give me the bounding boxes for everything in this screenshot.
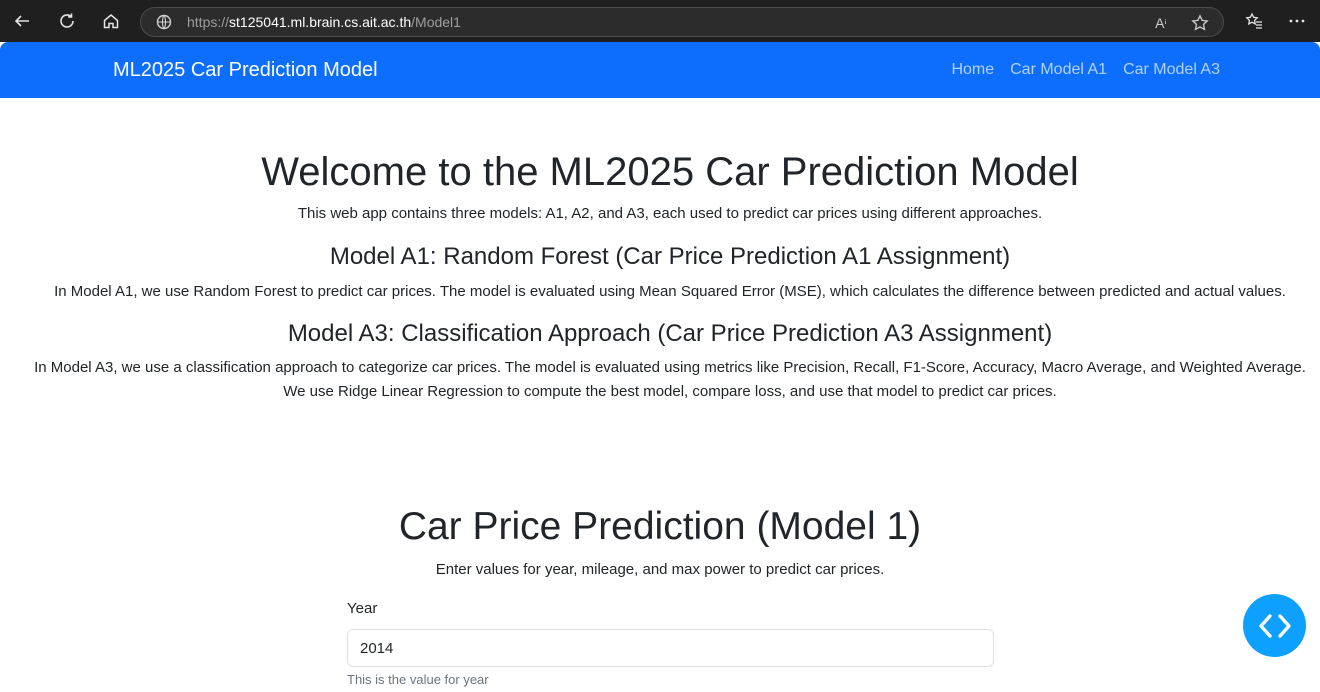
prediction-title: Car Price Prediction (Model 1) — [398, 505, 922, 548]
read-aloud-label: A — [1155, 15, 1165, 31]
favorite-star-icon[interactable] — [1190, 13, 1210, 33]
nav-link-home[interactable]: Home — [951, 61, 994, 79]
intro-description: This web app contains three models: A1, … — [297, 205, 1043, 222]
year-label: Year — [347, 600, 378, 617]
code-toggle-button[interactable] — [1243, 594, 1306, 657]
model-a3-text-2: We use Ridge Linear Regression to comput… — [283, 383, 1057, 400]
refresh-icon[interactable] — [53, 7, 81, 35]
nav-link-car-model-a3[interactable]: Car Model A3 — [1123, 61, 1220, 79]
more-options-icon[interactable] — [1283, 7, 1311, 35]
url-scheme: https:// — [187, 14, 230, 30]
site-info-icon[interactable] — [155, 13, 173, 31]
url-host: st125041.ml.brain.cs.ait.ac.th — [229, 14, 412, 30]
nav-links: Home Car Model A1 Car Model A3 — [951, 61, 1220, 79]
year-input[interactable] — [347, 629, 994, 667]
read-aloud-icon[interactable]: Aꜟ — [1151, 13, 1171, 33]
nav-link-car-model-a1[interactable]: Car Model A1 — [1010, 61, 1107, 79]
welcome-title: Welcome to the ML2025 Car Prediction Mod… — [261, 150, 1079, 194]
model-a1-title: Model A1: Random Forest (Car Price Predi… — [329, 243, 1011, 270]
favorites-icon[interactable] — [1240, 7, 1268, 35]
back-icon[interactable] — [8, 7, 36, 35]
home-icon[interactable] — [97, 7, 125, 35]
model-a1-text: In Model A1, we use Random Forest to pre… — [54, 283, 1286, 300]
prediction-subtitle: Enter values for year, mileage, and max … — [435, 561, 885, 578]
navbar-brand[interactable]: ML2025 Car Prediction Model — [113, 59, 378, 82]
navbar: ML2025 Car Prediction Model Home Car Mod… — [0, 42, 1320, 98]
url-path: /Model1 — [411, 14, 461, 30]
model-a3-title: Model A3: Classification Approach (Car P… — [287, 320, 1053, 347]
model-a3-text: In Model A3, we use a classification app… — [34, 359, 1306, 376]
browser-toolbar: https://st125041.ml.brain.cs.ait.ac.th/M… — [0, 0, 1320, 42]
url-text[interactable]: https://st125041.ml.brain.cs.ait.ac.th/M… — [187, 14, 461, 30]
address-bar[interactable]: https://st125041.ml.brain.cs.ait.ac.th/M… — [140, 7, 1224, 37]
year-help-text: This is the value for year — [347, 672, 489, 687]
code-brackets-icon — [1258, 613, 1291, 638]
